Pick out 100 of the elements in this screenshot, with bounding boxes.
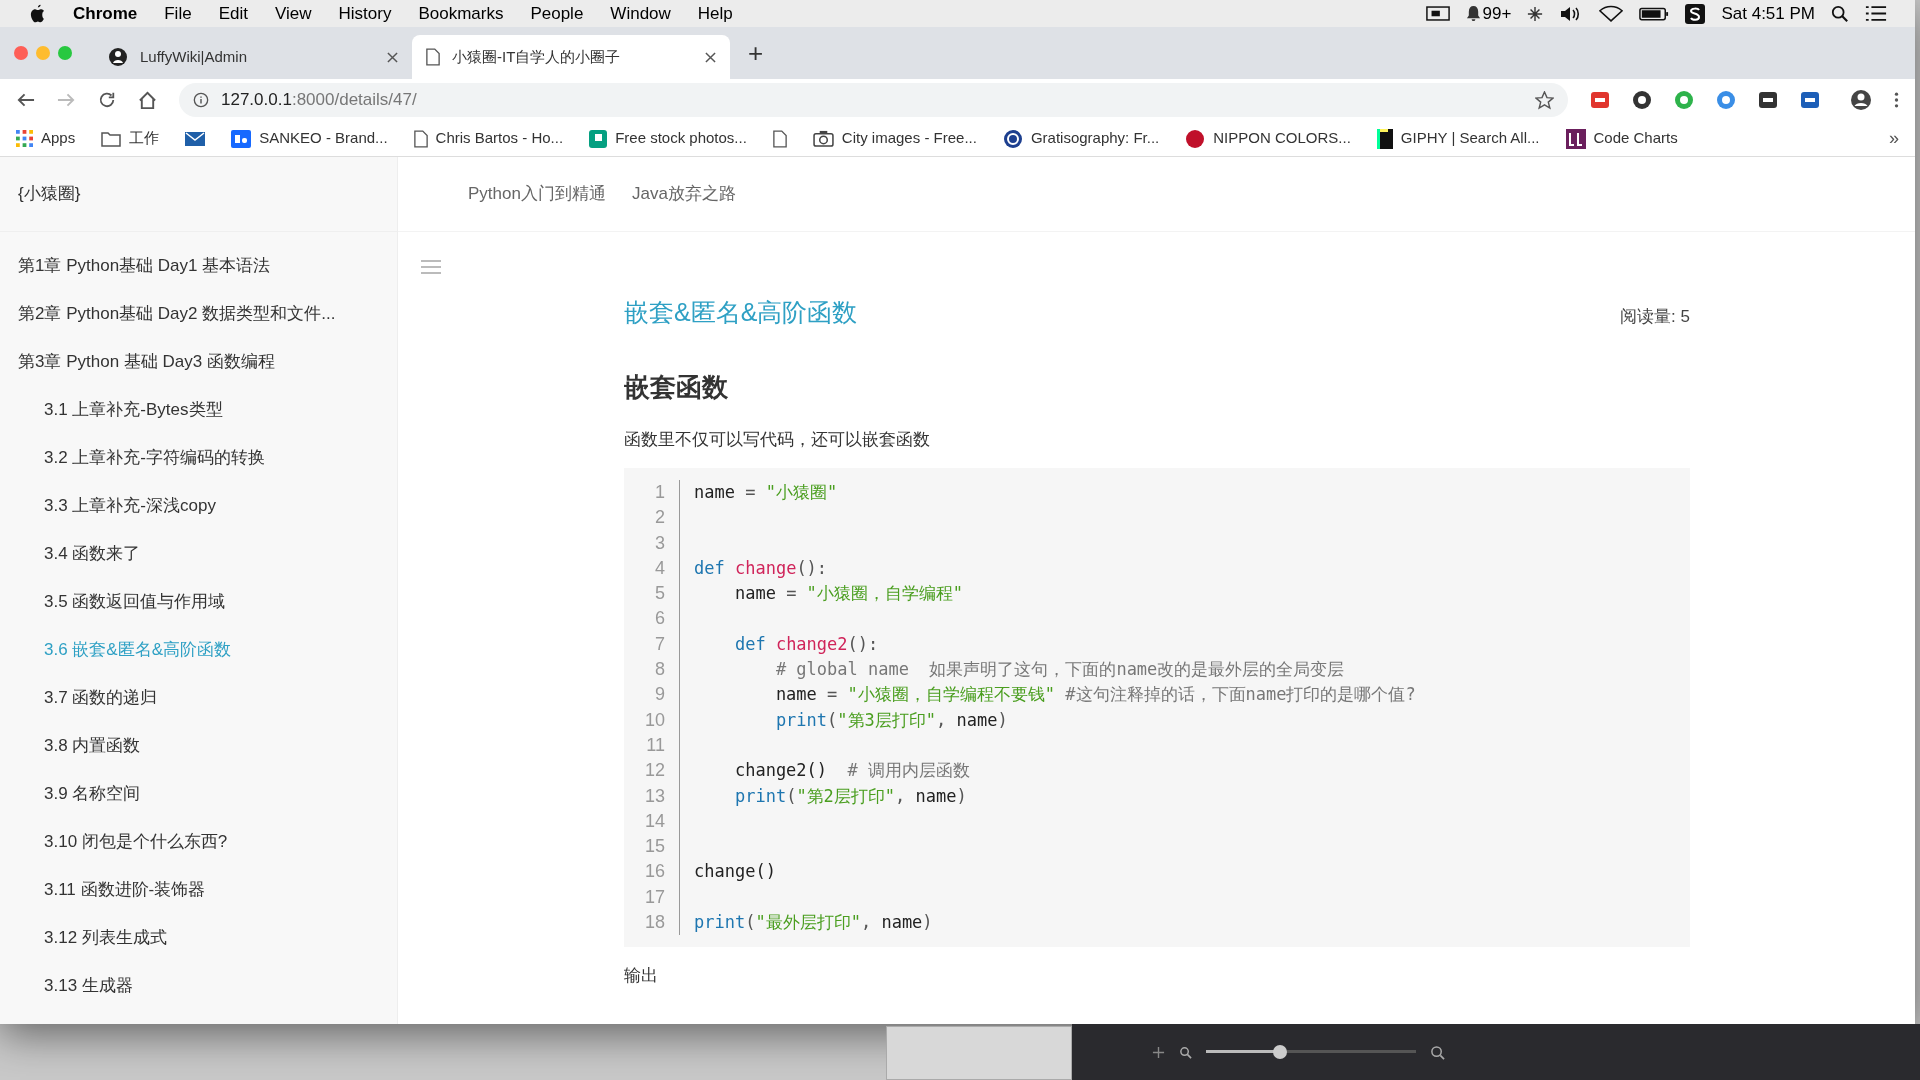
more-bookmarks-button[interactable]: » [1889, 125, 1899, 152]
output-label: 输出 [624, 965, 659, 988]
envelope-icon[interactable] [185, 130, 206, 147]
view-count: 阅读量: 5 [1620, 306, 1690, 328]
sidebar-link[interactable]: 3.9 名称空间 [0, 770, 397, 818]
sidebar-link[interactable]: 3.2 上章补充-字符编码的转换 [0, 434, 397, 482]
sidebar-link[interactable]: 3.5 函数返回值与作用域 [0, 578, 397, 626]
bookmark-item[interactable]: City images - Free... [812, 127, 977, 150]
line-number: 9 [654, 683, 665, 707]
menu-item[interactable]: Edit [218, 0, 248, 27]
code-line: print("最外层打印", name) [694, 911, 934, 935]
line-number: 5 [654, 582, 665, 606]
new-tab-button[interactable]: + [742, 40, 770, 66]
page-icon[interactable] [772, 129, 787, 148]
info-icon[interactable] [193, 92, 209, 108]
code-line: print("第2层打印", name) [733, 784, 968, 808]
menu-item[interactable]: Bookmarks [418, 0, 504, 27]
sidebar-link[interactable]: 3.3 上章补充-深浅copy [0, 482, 397, 530]
bookmark-item[interactable]: NIPPON COLORS... [1185, 127, 1351, 150]
menu-item[interactable]: People [530, 0, 584, 27]
menu-app-name[interactable]: Chrome [73, 0, 138, 27]
wifi-icon[interactable] [1599, 5, 1624, 22]
camera-icon [812, 130, 834, 147]
site-logo[interactable]: {小猿圈} [18, 181, 81, 207]
line-number: 6 [654, 607, 665, 631]
code-line: def change2(): [733, 632, 880, 656]
menu-item[interactable]: Help [697, 0, 733, 27]
zoom-out-icon[interactable] [1179, 1045, 1192, 1059]
menu-item[interactable]: File [164, 0, 192, 27]
sidebar-link[interactable]: 3.11 函数进阶-装饰器 [0, 866, 397, 914]
menu-icon[interactable] [1865, 5, 1887, 22]
bookmark-item[interactable]: 工作 [101, 127, 160, 150]
notification-count: 99+ [1482, 2, 1512, 25]
reload-icon[interactable] [98, 91, 116, 109]
sidebar-link[interactable]: 第3章 Python 基础 Day3 函数编程 [0, 338, 397, 386]
menu-item[interactable]: Window [610, 0, 671, 27]
browser-tab[interactable]: 小猿圈-IT自学人的小圈子 [412, 35, 730, 79]
sidebar-link[interactable]: 3.13 生成器 [0, 962, 397, 1010]
section-heading: 嵌套函数 [624, 370, 729, 404]
bookmark-item[interactable]: Code Charts [1565, 127, 1678, 150]
plus-icon[interactable] [1152, 1045, 1165, 1059]
circle-logo-icon [1002, 128, 1023, 149]
network-icon[interactable] [1527, 5, 1544, 22]
code-line: name = "小猿圈" [694, 481, 839, 504]
apps-grid-icon [16, 130, 33, 147]
line-number: 15 [643, 835, 665, 859]
line-number: 14 [643, 809, 665, 833]
line-number: 12 [643, 759, 665, 783]
url-text: 127.0.0.1:8000/details/47/ [221, 89, 418, 112]
menu-item[interactable]: View [274, 0, 312, 27]
zoom-in-icon[interactable] [1430, 1044, 1445, 1060]
bookmark-item[interactable]: Chris Bartos - Ho... [413, 127, 564, 150]
battery-icon[interactable] [1639, 5, 1670, 22]
page-icon [413, 129, 428, 148]
browser-tab[interactable]: LuffyWiki|Admin [94, 35, 412, 79]
folder-icon [101, 130, 122, 147]
favicon-icon [108, 47, 128, 67]
nav-link[interactable]: Java放弃之路 [631, 181, 736, 207]
sidebar-link[interactable]: 3.4 函数来了 [0, 530, 397, 578]
apple-icon[interactable] [28, 3, 46, 24]
clock: Sat 4:51 PM [1721, 2, 1815, 25]
screen-record-icon[interactable] [1425, 5, 1450, 22]
extension-icon[interactable] [1800, 90, 1820, 110]
code-line: # global name 如果声明了这句，下面的name改的是最外层的全局变层 [774, 658, 1346, 682]
sidebar-link[interactable]: 3.1 上章补充-Bytes类型 [0, 386, 397, 434]
bookmark-item[interactable]: Free stock photos... [589, 127, 747, 150]
tab-title: LuffyWiki|Admin [140, 46, 248, 67]
code-line: change2() # 调用内层函数 [733, 759, 971, 783]
bookmark-item[interactable]: GIPHY | Search All... [1376, 127, 1540, 150]
page-icon [426, 48, 440, 66]
sidebar-link[interactable]: 3.12 列表生成式 [0, 914, 397, 962]
line-number: 13 [643, 784, 665, 808]
bookmark-item[interactable]: Gratisography: Fr... [1002, 127, 1160, 150]
nav-link[interactable]: Python入门到精通 [468, 181, 606, 207]
sidebar-link[interactable]: 第1章 Python基础 Day1 基本语法 [0, 242, 397, 290]
back-icon[interactable] [16, 92, 35, 108]
sidebar-link[interactable]: 3.10 闭包是个什么东西? [0, 818, 397, 866]
extension-icon[interactable] [1632, 90, 1652, 110]
line-number: 16 [643, 860, 665, 884]
bookmark-star-icon[interactable] [1535, 90, 1554, 110]
app-menu-icon[interactable] [1685, 3, 1706, 24]
more-icon[interactable] [1894, 91, 1899, 109]
sidebar-link[interactable]: 3.7 函数的递归 [0, 674, 397, 722]
profile-icon[interactable] [1850, 89, 1872, 111]
extension-icon[interactable] [1758, 90, 1778, 110]
code-line: def change(): [694, 556, 829, 580]
line-number: 10 [643, 708, 665, 732]
tab-title: 小猿圈-IT自学人的小圈子 [452, 46, 622, 67]
dot-icon [1185, 128, 1206, 149]
bookmark-item[interactable]: SANKEO - Brand... [231, 127, 388, 150]
close-icon[interactable] [387, 51, 398, 63]
address-bar[interactable]: 127.0.0.1:8000/details/47/ [179, 83, 1568, 117]
home-icon[interactable] [138, 90, 157, 110]
close-icon[interactable] [705, 51, 716, 63]
bell-icon[interactable] [1465, 5, 1481, 22]
search-icon[interactable] [1831, 4, 1849, 23]
sidebar-link[interactable]: 3.8 内置函数 [0, 722, 397, 770]
bookmark-item[interactable]: Apps [16, 127, 76, 150]
menu-item[interactable]: History [338, 0, 392, 27]
sidebar-link[interactable]: 第2章 Python基础 Day2 数据类型和文件... [0, 290, 397, 338]
